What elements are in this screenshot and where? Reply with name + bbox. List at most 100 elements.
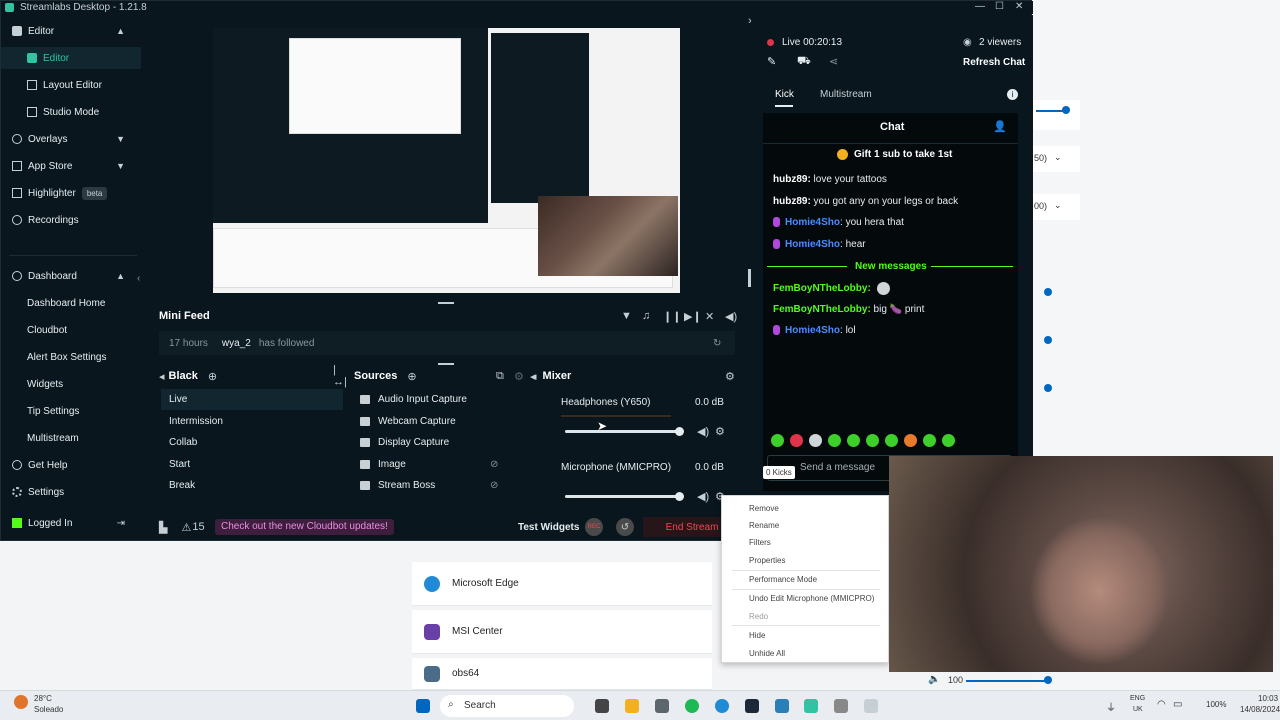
refresh-chat-button[interactable]: Refresh Chat bbox=[963, 57, 1025, 68]
scene-item[interactable]: Collab bbox=[161, 432, 343, 453]
gear-icon[interactable]: ⚙ bbox=[715, 425, 725, 438]
volume-slider-knob[interactable] bbox=[1044, 676, 1052, 684]
chat-username[interactable]: Homie4Sho bbox=[785, 239, 840, 250]
volume-slider[interactable] bbox=[565, 495, 681, 498]
minimize-icon[interactable]: — bbox=[975, 1, 985, 12]
bg-dropdown[interactable]: 00) ⌄ bbox=[1032, 194, 1080, 220]
alert-warning-icon[interactable]: ⚠ bbox=[181, 521, 191, 534]
sidebar-group-dashboard[interactable]: Dashboard ▲ bbox=[1, 265, 141, 287]
stream-preview[interactable] bbox=[213, 28, 680, 293]
source-item[interactable]: Display Capture bbox=[356, 432, 536, 453]
usb-icon[interactable]: ⏚ bbox=[1106, 699, 1116, 714]
sidebar-item-alert-box-settings[interactable]: Alert Box Settings bbox=[1, 346, 141, 368]
music-icon[interactable]: ♫ bbox=[642, 310, 650, 322]
source-item[interactable]: Webcam Capture bbox=[356, 411, 536, 432]
wifi-icon[interactable]: ◠ bbox=[1157, 699, 1166, 710]
sidebar-item-settings[interactable]: Settings bbox=[1, 481, 141, 503]
chevron-right-icon[interactable]: › bbox=[748, 15, 752, 27]
volume-slider[interactable] bbox=[565, 430, 681, 433]
pause-icon[interactable]: ❙❙ bbox=[663, 310, 681, 323]
source-folder-icon[interactable]: ⧉ bbox=[496, 370, 504, 383]
sidebar-item-widgets[interactable]: Widgets bbox=[1, 373, 141, 395]
streamlabs-icon[interactable] bbox=[804, 699, 818, 713]
edit-stream-info-icon[interactable]: ✎ bbox=[767, 55, 776, 68]
chat-username[interactable]: FemBoyNTheLobby: bbox=[773, 304, 871, 315]
volume-slider[interactable] bbox=[966, 680, 1048, 682]
pinned-message[interactable]: Gift 1 sub to take 1st bbox=[854, 149, 952, 160]
search-box[interactable]: ⌕ Search bbox=[440, 695, 574, 717]
menu-item-filters[interactable]: Filters bbox=[749, 538, 771, 547]
bg-slider-knob[interactable] bbox=[1044, 384, 1052, 392]
file-explorer-icon[interactable] bbox=[625, 699, 639, 713]
gear-icon[interactable]: ⚙ bbox=[725, 370, 735, 383]
chat-username[interactable]: Homie4Sho bbox=[785, 325, 840, 336]
resize-handle[interactable] bbox=[438, 363, 454, 365]
app-icon[interactable] bbox=[834, 699, 848, 713]
edge-icon[interactable] bbox=[715, 699, 729, 713]
scene-transition-icon[interactable]: |↔| bbox=[333, 364, 347, 388]
resize-handle[interactable] bbox=[438, 302, 454, 304]
sidebar-item-get-help[interactable]: Get Help bbox=[1, 454, 141, 476]
bg-dropdown[interactable]: 50) ⌄ bbox=[1032, 146, 1080, 172]
chat-username[interactable]: FemBoyNTheLobby: bbox=[773, 283, 871, 294]
volume-slider-knob[interactable] bbox=[675, 492, 684, 501]
app-item-edge[interactable]: Microsoft Edge bbox=[412, 562, 712, 606]
bg-slider-knob[interactable] bbox=[1044, 336, 1052, 344]
sidebar-item-app-store[interactable]: App Store ▼ bbox=[1, 155, 141, 177]
maximize-icon[interactable]: ☐ bbox=[995, 1, 1004, 12]
tab-multistream[interactable]: Multistream bbox=[820, 89, 872, 100]
emote-icon[interactable] bbox=[942, 434, 955, 447]
sidebar-item-highlighter[interactable]: Highlighter beta bbox=[1, 182, 141, 204]
test-widgets-button[interactable]: Test Widgets bbox=[518, 522, 579, 533]
filter-icon[interactable]: ▼ bbox=[621, 310, 632, 322]
scene-item[interactable]: Live bbox=[161, 389, 343, 410]
source-item[interactable]: Audio Input Capture bbox=[356, 389, 536, 410]
app-item-msi[interactable]: MSI Center bbox=[412, 610, 712, 654]
bg-slider-knob[interactable] bbox=[1044, 288, 1052, 296]
spotify-icon[interactable] bbox=[685, 699, 699, 713]
app-item-obs[interactable]: obs64 bbox=[412, 658, 712, 690]
volume-slider-knob[interactable] bbox=[675, 427, 684, 436]
menu-item-undo[interactable]: Undo Edit Microphone (MMICPRO) bbox=[749, 594, 874, 603]
sidebar-item-overlays[interactable]: Overlays ▼ bbox=[1, 128, 141, 150]
emote-icon[interactable] bbox=[885, 434, 898, 447]
sidebar-item-logged-in[interactable]: Logged In ⇥ bbox=[1, 512, 141, 534]
sidebar-item-layout-editor[interactable]: Layout Editor bbox=[1, 74, 141, 96]
sidebar-item-dashboard-home[interactable]: Dashboard Home bbox=[1, 292, 141, 314]
clock-time[interactable]: 10:03 bbox=[1258, 694, 1278, 703]
truck-icon[interactable]: ⛟ bbox=[797, 55, 811, 69]
language[interactable]: ENG bbox=[1130, 695, 1145, 702]
sidebar-item-recordings[interactable]: Recordings bbox=[1, 209, 141, 231]
emote-icon[interactable] bbox=[866, 434, 879, 447]
menu-item-remove[interactable]: Remove bbox=[749, 504, 779, 513]
steam-icon[interactable] bbox=[745, 699, 759, 713]
record-button[interactable]: REC bbox=[585, 518, 603, 536]
collapse-sidebar-icon[interactable]: ‹ bbox=[137, 273, 140, 284]
emote-icon[interactable] bbox=[904, 434, 917, 447]
emote-icon[interactable] bbox=[923, 434, 936, 447]
add-source-icon[interactable]: ⊕ bbox=[407, 370, 416, 383]
mute-alerts-icon[interactable]: ✕ bbox=[705, 310, 714, 323]
collapse-icon[interactable]: ◂ bbox=[531, 370, 537, 383]
menu-item-redo[interactable]: Redo bbox=[749, 612, 768, 621]
sidebar-item-cloudbot[interactable]: Cloudbot bbox=[1, 319, 141, 341]
app-icon[interactable] bbox=[864, 699, 878, 713]
replay-buffer-icon[interactable]: ↺ bbox=[616, 518, 634, 536]
replay-icon[interactable]: ↻ bbox=[713, 338, 721, 349]
task-view-icon[interactable] bbox=[595, 699, 609, 713]
mute-icon[interactable]: ◀) bbox=[697, 425, 709, 438]
resize-handle[interactable] bbox=[748, 269, 751, 287]
sidebar-item-multistream[interactable]: Multistream bbox=[1, 427, 141, 449]
settings-app-icon[interactable] bbox=[655, 699, 669, 713]
info-icon[interactable]: i bbox=[1007, 89, 1018, 100]
share-icon[interactable]: ⋖ bbox=[829, 55, 838, 68]
sidebar-item-tip-settings[interactable]: Tip Settings bbox=[1, 400, 141, 422]
emote-icon[interactable] bbox=[847, 434, 860, 447]
scene-item[interactable]: Break bbox=[161, 475, 343, 496]
add-scene-icon[interactable]: ⊕ bbox=[208, 370, 217, 383]
sidebar-item-editor[interactable]: Editor bbox=[1, 47, 141, 69]
clock-date[interactable]: 14/08/2024 bbox=[1240, 705, 1280, 714]
discord-icon[interactable] bbox=[775, 699, 789, 713]
source-item[interactable]: Image ⊘ bbox=[356, 454, 536, 475]
tab-kick[interactable]: Kick bbox=[775, 89, 794, 100]
